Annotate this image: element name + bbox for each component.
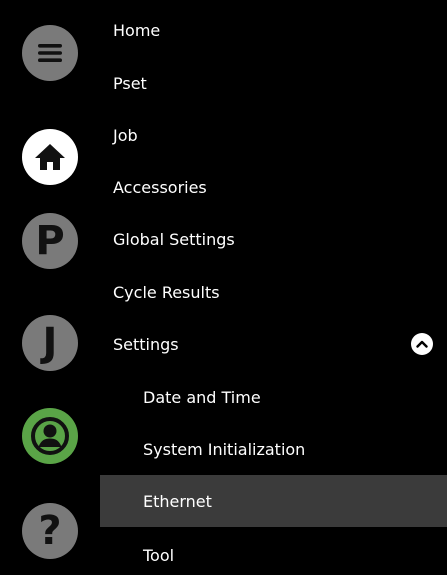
menu-item-home[interactable]: Home <box>100 4 447 56</box>
submenu-item-system-initialization[interactable]: System Initialization <box>100 423 447 475</box>
help-icon: ? <box>38 508 62 554</box>
submenu-item-label: Ethernet <box>143 491 212 511</box>
menu-item-job[interactable]: Job <box>100 109 447 161</box>
menu-item-settings[interactable]: Settings <box>100 318 447 370</box>
submenu-item-tool[interactable]: Tool <box>100 529 447 575</box>
menu-item-accessories[interactable]: Accessories <box>100 161 447 213</box>
menu-button[interactable] <box>22 25 78 81</box>
submenu-item-label: Date and Time <box>143 387 261 407</box>
hamburger-menu-icon <box>38 44 62 62</box>
menu-item-label: Accessories <box>113 177 207 197</box>
job-button[interactable]: J <box>22 315 78 371</box>
help-button[interactable]: ? <box>22 503 78 559</box>
menu-item-global-settings[interactable]: Global Settings <box>100 213 447 265</box>
menu-item-label: Pset <box>113 73 147 93</box>
home-button[interactable] <box>22 129 78 185</box>
menu-item-label: Global Settings <box>113 229 235 249</box>
menu-item-label: Job <box>113 125 138 145</box>
chevron-up-icon <box>416 340 428 348</box>
user-icon <box>31 417 69 455</box>
menu-item-label: Cycle Results <box>113 282 220 302</box>
submenu-item-date-and-time[interactable]: Date and Time <box>100 371 447 423</box>
submenu-item-ethernet[interactable]: Ethernet <box>100 475 447 527</box>
user-button[interactable] <box>22 408 78 464</box>
menu-item-label: Settings <box>113 334 179 354</box>
menu-item-label: Home <box>113 20 161 40</box>
menu-item-pset[interactable]: Pset <box>100 57 447 109</box>
pset-icon: P <box>35 218 65 264</box>
app-frame: P J ? Home Pset Job Accessories Global S… <box>0 0 447 575</box>
home-icon <box>35 144 65 170</box>
submenu-item-label: Tool <box>143 545 175 565</box>
collapse-button[interactable] <box>411 333 433 355</box>
icon-rail: P J ? <box>0 0 100 575</box>
job-icon: J <box>42 320 58 366</box>
pset-button[interactable]: P <box>22 213 78 269</box>
submenu-item-label: System Initialization <box>143 439 306 459</box>
menu-item-cycle-results[interactable]: Cycle Results <box>100 266 447 318</box>
navigation-menu: Home Pset Job Accessories Global Setting… <box>100 0 447 575</box>
